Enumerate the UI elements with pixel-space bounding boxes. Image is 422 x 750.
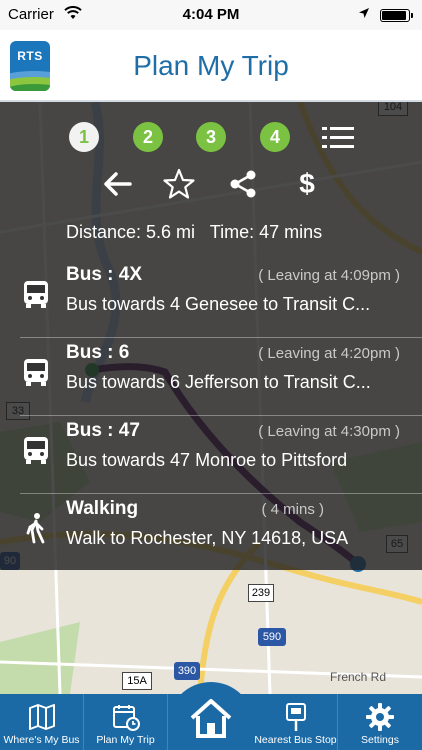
- step-3-button[interactable]: 3: [196, 122, 226, 152]
- trip-step-walking[interactable]: Walking ( 4 mins ) Walk to Rochester, NY…: [20, 494, 422, 572]
- back-arrow-icon[interactable]: [100, 167, 134, 201]
- trip-step-title: Bus : 4X: [66, 264, 143, 285]
- tab-label: Nearest Bus Stop: [254, 734, 337, 746]
- tab-plan-my-trip[interactable]: Plan My Trip: [84, 694, 168, 750]
- trip-step-time: ( Leaving at 4:09pm ): [258, 267, 400, 284]
- status-bar: Carrier 4:04 PM: [0, 0, 422, 30]
- step-selector: 1 2 3 4: [0, 122, 422, 154]
- battery-level: [382, 11, 406, 20]
- tab-home[interactable]: [168, 694, 254, 750]
- fare-button[interactable]: $: [290, 167, 324, 201]
- tab-label: Where's My Bus: [3, 734, 80, 746]
- bus-stop-sign-icon: [285, 703, 306, 731]
- trip-step-title: Bus : 47: [66, 420, 140, 441]
- action-row: $: [0, 167, 422, 201]
- tab-wheres-my-bus[interactable]: Where's My Bus: [0, 694, 84, 750]
- trip-step-description: Bus towards 47 Monroe to Pittsford: [66, 450, 348, 470]
- app-header: RTS Plan My Trip: [0, 30, 422, 102]
- share-icon[interactable]: [226, 167, 260, 201]
- location-arrow-icon: [359, 8, 369, 18]
- tab-settings[interactable]: Settings: [338, 694, 422, 750]
- list-view-icon[interactable]: [322, 127, 354, 149]
- distance-label: Distance: 5.6 mi: [66, 222, 196, 242]
- road-shield-590: 590: [258, 628, 286, 646]
- step-1-button[interactable]: 1: [69, 122, 99, 152]
- trip-step-bus-6[interactable]: Bus : 6 ( Leaving at 4:20pm ) Bus toward…: [20, 338, 422, 416]
- tab-label: Settings: [361, 734, 399, 746]
- french-rd-label: French Rd: [330, 670, 387, 684]
- step-2-button[interactable]: 2: [133, 122, 163, 152]
- road-shield-390: 390: [174, 662, 200, 680]
- step-4-button[interactable]: 4: [260, 122, 290, 152]
- tab-label: Plan My Trip: [96, 734, 155, 746]
- bus-icon: [24, 281, 48, 308]
- road-shield-15a: 15A: [122, 672, 152, 690]
- trip-step-time: ( 4 mins ): [261, 501, 324, 518]
- trip-step-bus-47[interactable]: Bus : 47 ( Leaving at 4:30pm ) Bus towar…: [20, 416, 422, 494]
- walking-icon: [26, 513, 45, 544]
- tab-nearest-bus-stop[interactable]: Nearest Bus Stop: [254, 694, 338, 750]
- bus-icon: [24, 359, 48, 386]
- road-shield-239: 239: [248, 584, 274, 602]
- trip-step-description: Walk to Rochester, NY 14618, USA: [66, 528, 349, 548]
- map-icon: [28, 704, 55, 730]
- trip-step-time: ( Leaving at 4:20pm ): [258, 345, 400, 362]
- trip-step-title: Walking: [66, 498, 139, 519]
- duration-label: Time: 47 mins: [209, 222, 323, 242]
- trip-summary: Distance: 5.6 mi Time: 47 mins: [66, 222, 332, 243]
- page-title: Plan My Trip: [133, 50, 289, 81]
- calendar-clock-icon: [112, 705, 140, 731]
- gear-icon: [366, 703, 394, 731]
- bottom-tab-bar: Where's My Bus Plan My Trip Nearest Bus …: [0, 682, 422, 750]
- home-icon: [190, 699, 232, 738]
- bus-icon: [24, 437, 48, 464]
- trip-step-description: Bus towards 6 Jefferson to Transit C...: [66, 372, 371, 392]
- trip-step-bus-4x[interactable]: Bus : 4X ( Leaving at 4:09pm ) Bus towar…: [20, 260, 422, 338]
- trip-panel: 1 2 3 4 $ Distance: 5.6 mi Time: 47 mins: [0, 102, 422, 570]
- battery-icon: [380, 9, 413, 22]
- star-icon[interactable]: [162, 167, 196, 201]
- trip-step-time: ( Leaving at 4:30pm ): [258, 423, 400, 440]
- trip-step-title: Bus : 6: [66, 342, 130, 363]
- trip-step-description: Bus towards 4 Genesee to Transit C...: [66, 294, 371, 314]
